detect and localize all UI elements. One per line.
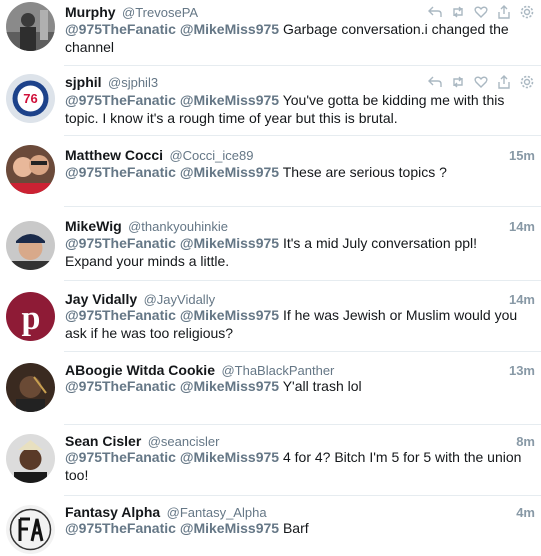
tweet[interactable]: Sean Cisler @seancisler 8m @975TheFanati… [0,425,541,496]
tweet[interactable]: ABoogie Witda Cookie @ThaBlackPanther 13… [0,352,541,425]
tweet[interactable]: Fantasy Alpha @Fantasy_Alpha 4m @975TheF… [0,496,541,556]
mention[interactable]: @MikeMiss975 [180,307,279,323]
display-name[interactable]: Fantasy Alpha [65,504,160,520]
display-name[interactable]: Matthew Cocci [65,147,163,163]
mention[interactable]: @MikeMiss975 [180,235,279,251]
mention[interactable]: @975TheFanatic [65,21,176,37]
timestamp[interactable]: 4m [516,505,535,520]
display-name[interactable]: MikeWig [65,218,122,234]
tweet-text: @975TheFanatic @MikeMiss975 If he was Je… [65,306,527,342]
tweet-body: These are serious topics ? [282,164,447,180]
timestamp[interactable]: 14m [509,219,535,234]
display-name[interactable]: Murphy [65,4,116,20]
like-icon[interactable] [473,74,489,90]
mention[interactable]: @MikeMiss975 [180,520,279,536]
timestamp[interactable]: 14m [509,292,535,307]
mention[interactable]: @MikeMiss975 [180,21,279,37]
mention[interactable]: @975TheFanatic [65,520,176,536]
retweet-icon[interactable] [450,74,466,90]
tweet[interactable]: MikeWig @thankyouhinkie 14m @975TheFanat… [0,207,541,281]
timestamp[interactable]: 15m [509,148,535,163]
username[interactable]: @seancisler [148,434,220,449]
mention[interactable]: @MikeMiss975 [180,92,279,108]
settings-gear-icon[interactable] [519,74,535,90]
avatar[interactable]: p [6,292,55,341]
share-icon[interactable] [496,4,512,20]
avatar[interactable]: 76 [6,74,55,123]
display-name[interactable]: sjphil [65,74,102,90]
tweet-text: @975TheFanatic @MikeMiss975 Barf [65,519,527,537]
svg-text:p: p [22,300,41,337]
tweet[interactable]: Matthew Cocci @Cocci_ice89 15m @975TheFa… [0,136,541,207]
tweet[interactable]: Murphy @TrevosePA @975TheFanatic @MikeMi… [0,0,541,66]
username[interactable]: @sjphil3 [108,75,158,90]
tweet-body: Barf [282,520,309,536]
mention[interactable]: @975TheFanatic [65,307,176,323]
username[interactable]: @Cocci_ice89 [169,148,253,163]
avatar[interactable] [6,505,55,554]
tweet-text: @975TheFanatic @MikeMiss975 You've gotta… [65,91,527,127]
svg-text:76: 76 [23,91,37,106]
tweet-feed: Murphy @TrevosePA @975TheFanatic @MikeMi… [0,0,541,556]
tweet-body: Y'all trash lol [282,378,362,394]
mention[interactable]: @MikeMiss975 [180,449,279,465]
avatar[interactable] [6,2,55,51]
avatar[interactable] [6,145,55,194]
avatar[interactable] [6,434,55,483]
tweet-text: @975TheFanatic @MikeMiss975 These are se… [65,163,527,181]
mention[interactable]: @975TheFanatic [65,378,176,394]
display-name[interactable]: Jay Vidally [65,291,137,307]
avatar[interactable] [6,363,55,412]
settings-gear-icon[interactable] [519,4,535,20]
tweet-text: @975TheFanatic @MikeMiss975 4 for 4? Bit… [65,448,527,484]
tweet-text: @975TheFanatic @MikeMiss975 Y'all trash … [65,377,527,395]
mention[interactable]: @975TheFanatic [65,449,176,465]
tweet-actions [427,74,535,90]
mention[interactable]: @MikeMiss975 [180,378,279,394]
share-icon[interactable] [496,74,512,90]
username[interactable]: @JayVidally [144,292,216,307]
reply-icon[interactable] [427,74,443,90]
timestamp[interactable]: 13m [509,363,535,378]
tweet-actions [427,4,535,20]
tweet-text: @975TheFanatic @MikeMiss975 Garbage conv… [65,20,527,56]
display-name[interactable]: Sean Cisler [65,433,141,449]
tweet[interactable]: 76 sjphil @sjphil3 @975TheFanatic @MikeM… [0,66,541,136]
tweet[interactable]: p Jay Vidally @JayVidally 14m @975TheFan… [0,281,541,352]
username[interactable]: @Fantasy_Alpha [167,505,267,520]
username[interactable]: @ThaBlackPanther [221,363,334,378]
username[interactable]: @TrevosePA [122,5,198,20]
mention[interactable]: @MikeMiss975 [180,164,279,180]
like-icon[interactable] [473,4,489,20]
tweet-text: @975TheFanatic @MikeMiss975 It's a mid J… [65,234,527,270]
reply-icon[interactable] [427,4,443,20]
mention[interactable]: @975TheFanatic [65,164,176,180]
display-name[interactable]: ABoogie Witda Cookie [65,362,215,378]
retweet-icon[interactable] [450,4,466,20]
mention[interactable]: @975TheFanatic [65,92,176,108]
avatar[interactable] [6,221,55,270]
username[interactable]: @thankyouhinkie [128,219,228,234]
mention[interactable]: @975TheFanatic [65,235,176,251]
timestamp[interactable]: 8m [516,434,535,449]
